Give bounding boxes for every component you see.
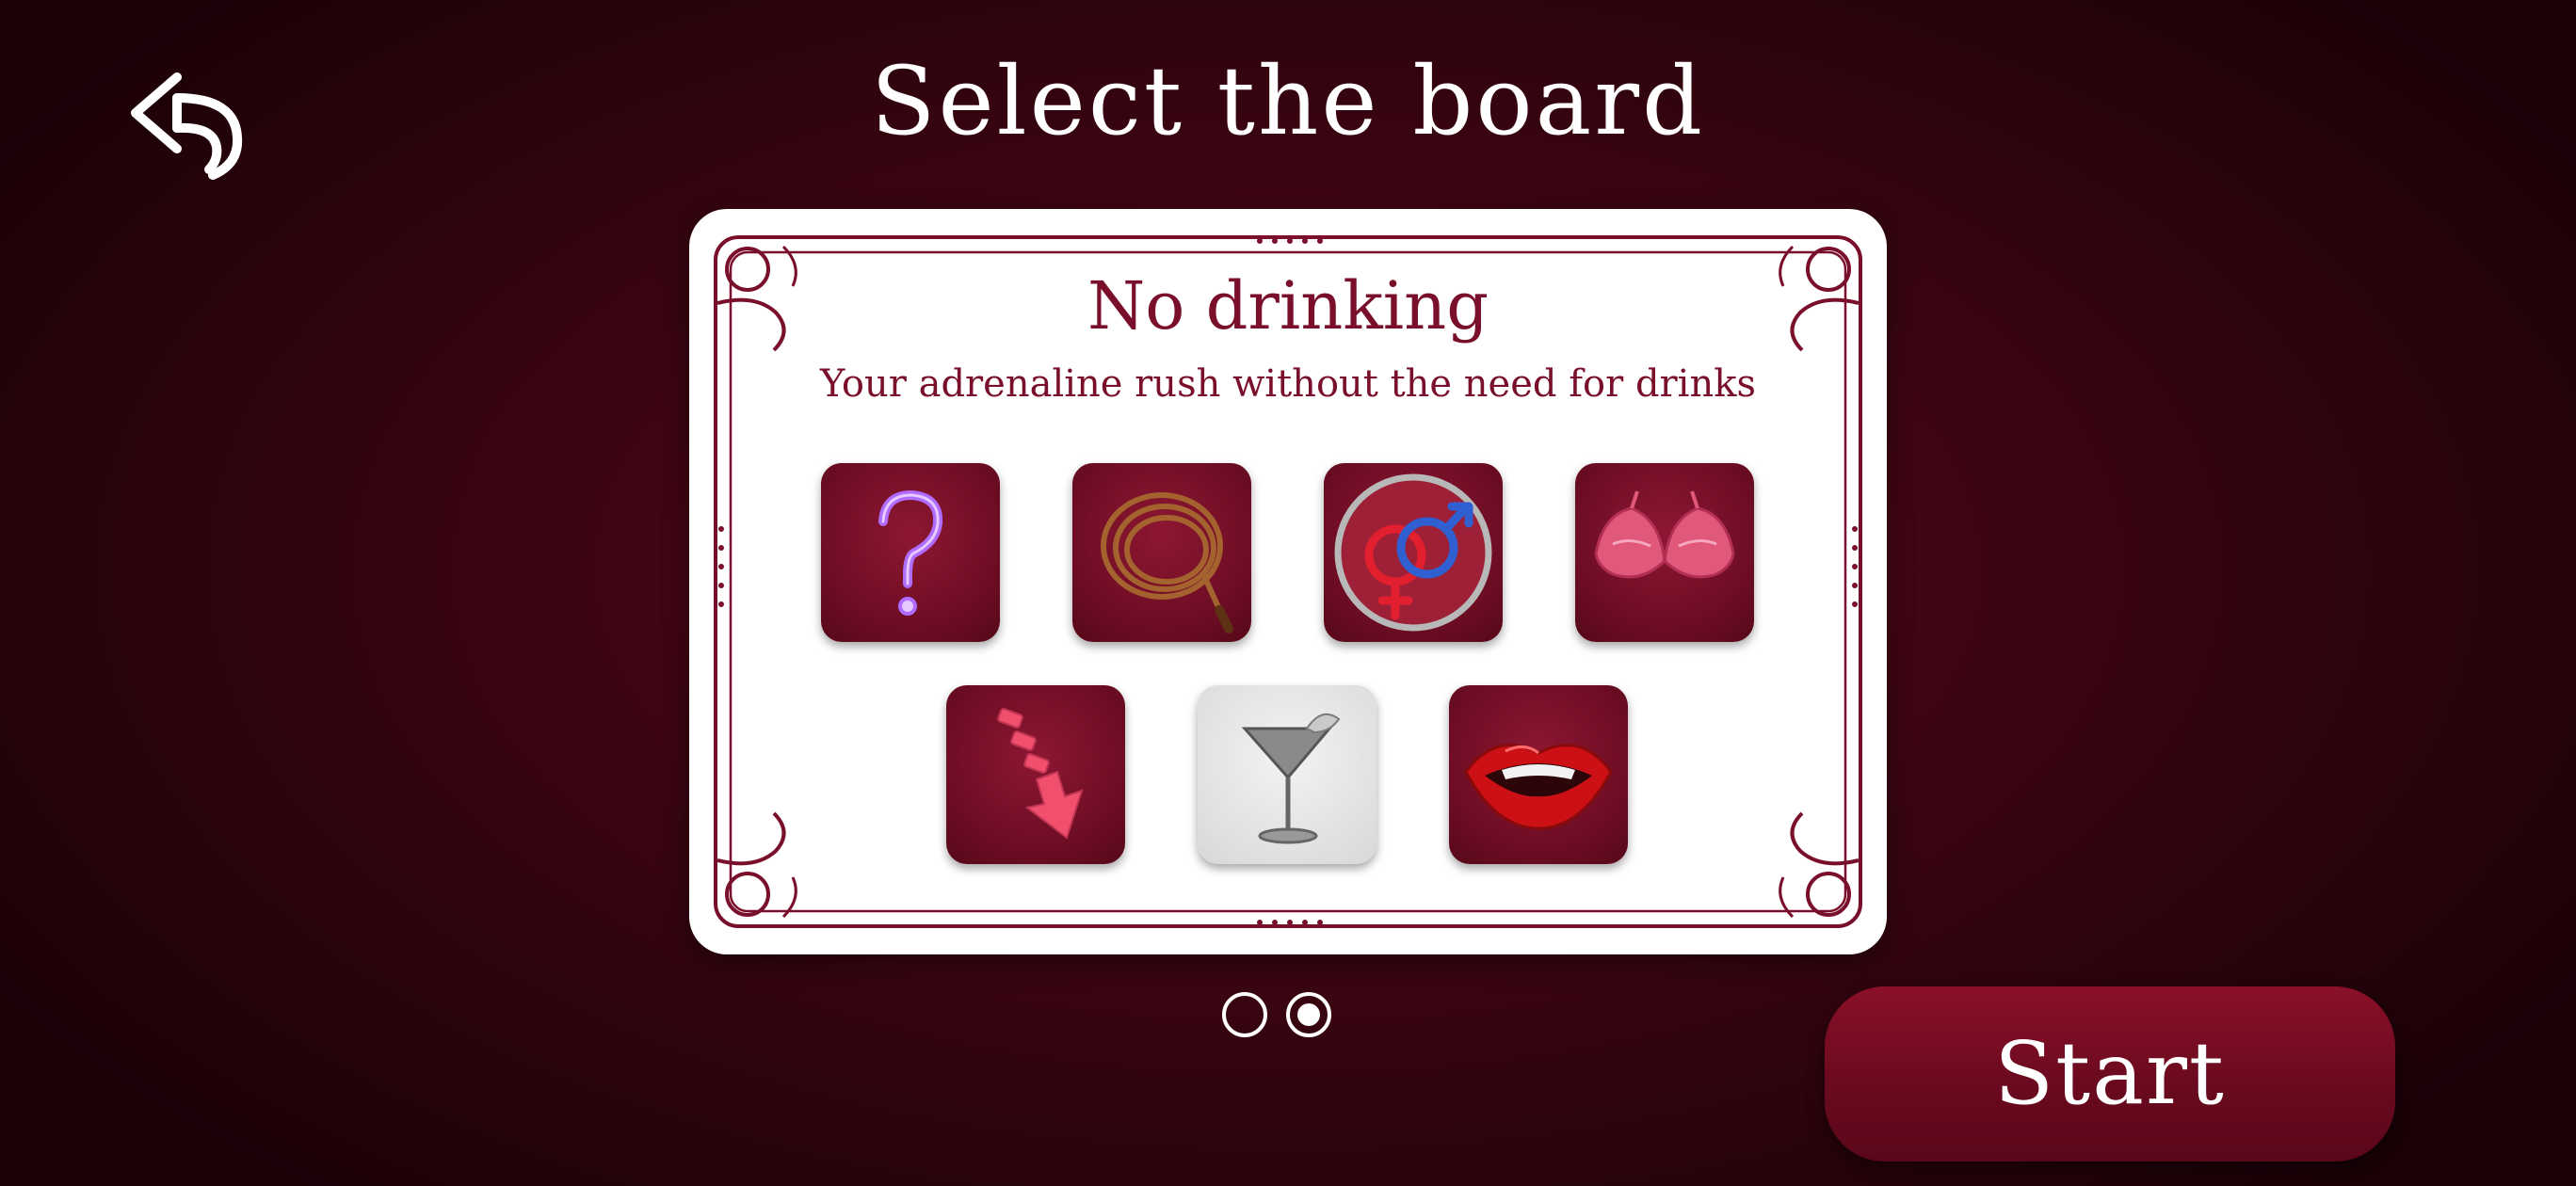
down-arrow-icon <box>997 708 1084 840</box>
page-dot-1[interactable] <box>1222 992 1267 1037</box>
board-description: Your adrenaline rush without the need fo… <box>819 362 1756 406</box>
lips-icon <box>1464 744 1613 830</box>
page-title: Select the board <box>870 46 1706 156</box>
gender-symbols-icon <box>1334 473 1492 632</box>
start-button[interactable]: Start <box>1825 986 2395 1162</box>
cocktail-glass-icon <box>1241 713 1341 844</box>
tile-lips <box>1449 685 1628 864</box>
tile-arrow <box>946 685 1125 864</box>
page-indicator <box>1222 992 1373 1045</box>
tile-bra <box>1575 463 1754 642</box>
active-dot-fill <box>1297 1003 1320 1026</box>
question-mark-icon <box>878 489 943 616</box>
whip-icon <box>1101 492 1233 633</box>
tile-gender <box>1324 463 1503 642</box>
board-card[interactable]: No drinking Your adrenaline rush without… <box>689 209 1887 954</box>
bra-icon <box>1594 490 1735 579</box>
tile-question <box>821 463 1000 642</box>
tile-whip <box>1072 463 1251 642</box>
board-name: No drinking <box>1087 267 1489 345</box>
tile-cocktail <box>1198 685 1377 864</box>
page-dot-2-active[interactable] <box>1286 992 1331 1037</box>
